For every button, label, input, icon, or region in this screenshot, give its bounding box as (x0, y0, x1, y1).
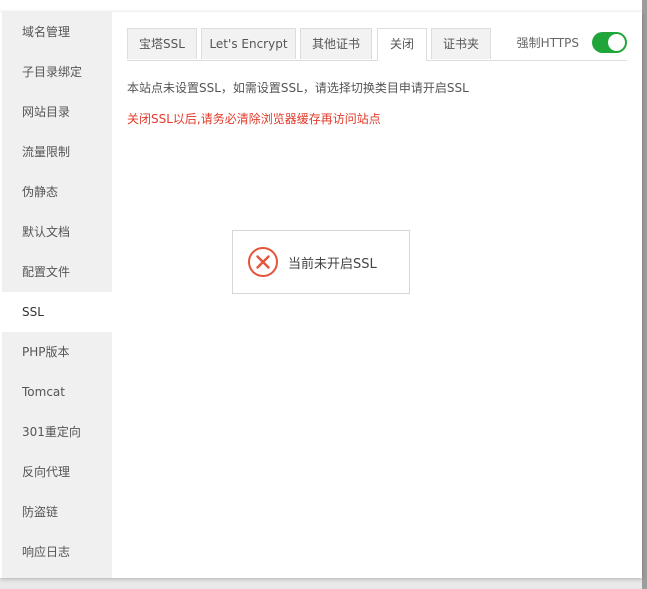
sidebar-item-redirect-301[interactable]: 301重定向 (2, 412, 112, 452)
background-shade (642, 0, 647, 589)
ssl-content: 宝塔SSL Let's Encrypt 其他证书 关闭 证书夹 强制HTTPS … (127, 28, 627, 127)
sidebar-item-domain[interactable]: 域名管理 (2, 12, 112, 52)
site-settings-panel: 域名管理 子目录绑定 网站目录 流量限制 伪静态 默认文档 配置文件 SSL P… (0, 12, 642, 578)
sidebar-item-hotlink-protection[interactable]: 防盗链 (2, 492, 112, 532)
sidebar-item-site-directory[interactable]: 网站目录 (2, 92, 112, 132)
sidebar-item-default-document[interactable]: 默认文档 (2, 212, 112, 252)
tab-bt-ssl[interactable]: 宝塔SSL (127, 28, 197, 59)
sidebar-item-config-file[interactable]: 配置文件 (2, 252, 112, 292)
ssl-warning: 关闭SSL以后,请务必清除浏览器缓存再访问站点 (127, 112, 381, 126)
ssl-status-message: 当前未开启SSL (232, 230, 410, 294)
force-https-toggle[interactable] (592, 31, 627, 53)
force-https-label: 强制HTTPS (516, 35, 579, 50)
sidebar-item-rewrite[interactable]: 伪静态 (2, 172, 112, 212)
tab-other-certificate[interactable]: 其他证书 (300, 28, 372, 59)
ssl-description: 本站点未设置SSL，如需设置SSL，请选择切换类目申请开启SSL (127, 81, 469, 95)
sidebar-item-traffic-limit[interactable]: 流量限制 (2, 132, 112, 172)
toggle-knob (608, 33, 625, 51)
sidebar-item-ssl[interactable]: SSL (2, 292, 112, 332)
tab-certificate-folder[interactable]: 证书夹 (431, 28, 491, 59)
sidebar-item-tomcat[interactable]: Tomcat (2, 372, 112, 412)
ssl-status-text: 当前未开启SSL (288, 256, 377, 272)
settings-sidebar: 域名管理 子目录绑定 网站目录 流量限制 伪静态 默认文档 配置文件 SSL P… (2, 12, 112, 578)
sidebar-item-reverse-proxy[interactable]: 反向代理 (2, 452, 112, 492)
tab-close[interactable]: 关闭 (377, 28, 427, 61)
sidebar-item-php-version[interactable]: PHP版本 (2, 332, 112, 372)
sidebar-item-subdir-binding[interactable]: 子目录绑定 (2, 52, 112, 92)
background-overlay-strip (642, 0, 647, 589)
error-circle-icon (248, 247, 278, 277)
tab-lets-encrypt[interactable]: Let's Encrypt (201, 28, 296, 59)
sidebar-item-response-log[interactable]: 响应日志 (2, 532, 112, 572)
ssl-tabs: 宝塔SSL Let's Encrypt 其他证书 关闭 证书夹 强制HTTPS (127, 28, 627, 61)
force-https-control: 强制HTTPS (517, 30, 627, 54)
